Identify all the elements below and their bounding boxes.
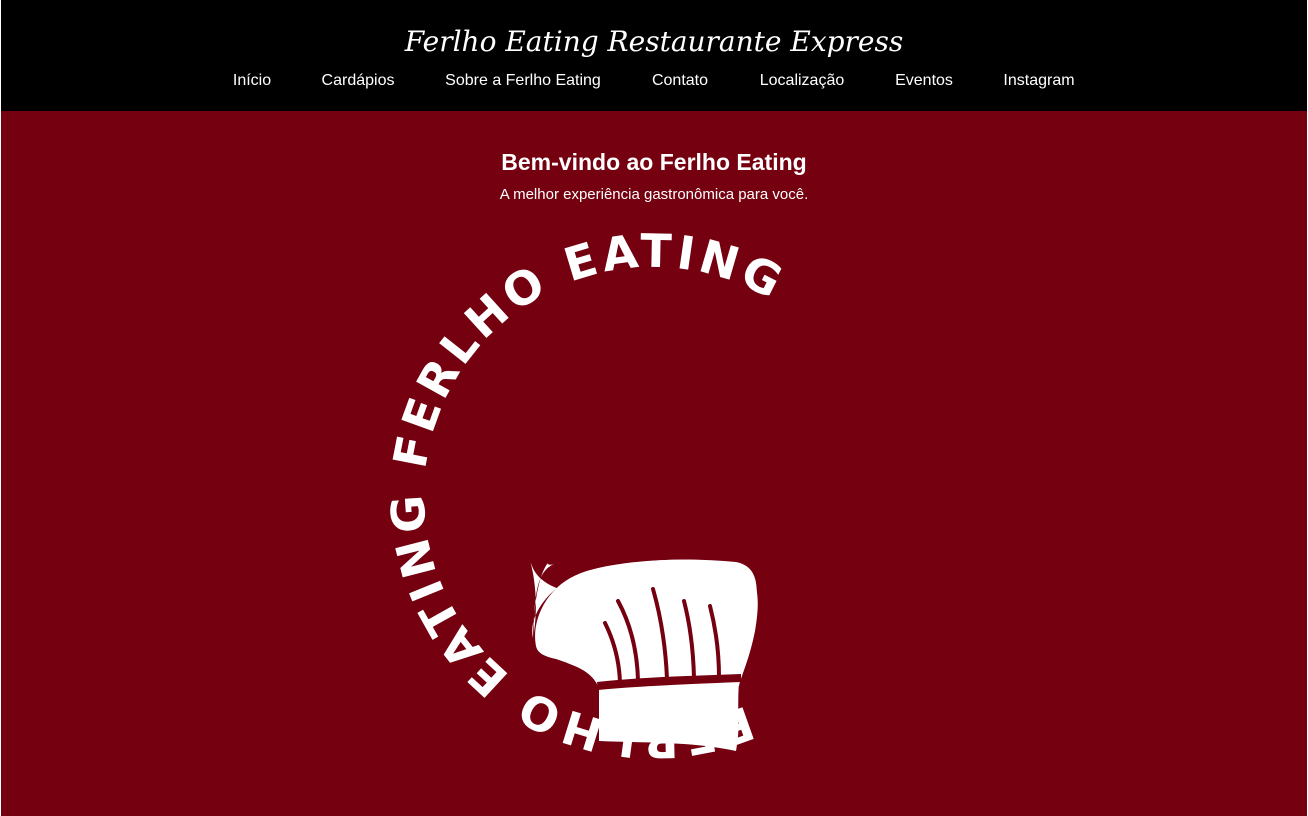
ferlho-eating-logo: FERLHO EATING FERLHO EATING [293,156,968,816]
nav-link-cardapios[interactable]: Cardápios [322,70,395,92]
site-title: Ferlho Eating Restaurante Express [404,25,904,58]
hero-section: Bem-vindo ao Ferlho Eating A melhor expe… [1,111,1307,816]
nav-link-inicio[interactable]: Início [233,70,271,92]
nav-link-sobre[interactable]: Sobre a Ferlho Eating [445,70,601,92]
nav-link-contato[interactable]: Contato [652,70,708,92]
nav-link-localizacao[interactable]: Localização [760,70,845,92]
nav-link-instagram[interactable]: Instagram [1003,70,1074,92]
nav-link-eventos[interactable]: Eventos [895,70,953,92]
main-nav: Início Cardápios Sobre a Ferlho Eating C… [1,70,1307,94]
page: Ferlho Eating Restaurante Express Início… [1,0,1307,816]
site-header: Ferlho Eating Restaurante Express Início… [1,0,1307,111]
